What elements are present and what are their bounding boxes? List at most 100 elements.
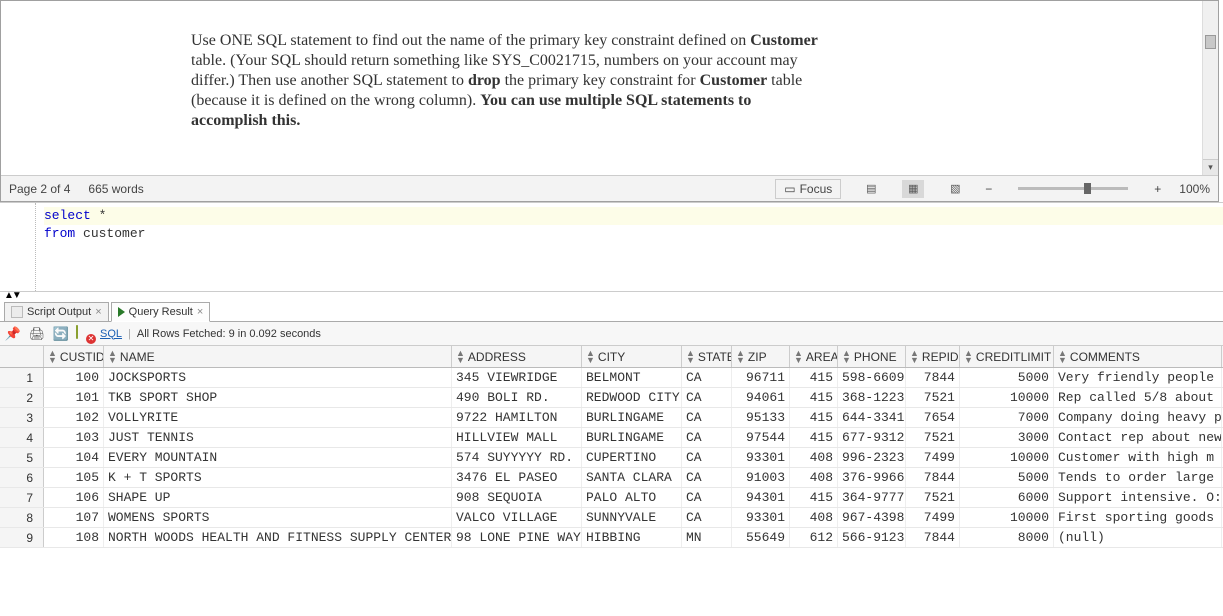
cell-comments[interactable]: Support intensive. O: [1054, 488, 1222, 507]
cell-zip[interactable]: 97544 [732, 428, 790, 447]
zoom-slider-knob[interactable] [1084, 183, 1091, 194]
cell-creditlimit[interactable]: 10000 [960, 388, 1054, 407]
cell-area[interactable]: 415 [790, 408, 838, 427]
cell-name[interactable]: WOMENS SPORTS [104, 508, 452, 527]
refresh-icon[interactable]: 🔄 [52, 325, 70, 343]
cell-custid[interactable]: 108 [44, 528, 104, 547]
cell-repid[interactable]: 7521 [906, 428, 960, 447]
cell-repid[interactable]: 7521 [906, 388, 960, 407]
cell-comments[interactable]: Company doing heavy p [1054, 408, 1222, 427]
table-row[interactable]: 4103JUST TENNISHILLVIEW MALLBURLINGAMECA… [0, 428, 1223, 448]
cell-comments[interactable]: Contact rep about new [1054, 428, 1222, 447]
cell-zip[interactable]: 96711 [732, 368, 790, 387]
cell-zip[interactable]: 93301 [732, 508, 790, 527]
pane-splitter[interactable]: ▲▼ [0, 292, 1223, 300]
zoom-level[interactable]: 100% [1179, 182, 1210, 196]
cell-name[interactable]: K + T SPORTS [104, 468, 452, 487]
sql-editor[interactable]: select * from customer [0, 202, 1223, 292]
cell-custid[interactable]: 103 [44, 428, 104, 447]
cell-state[interactable]: CA [682, 428, 732, 447]
cell-area[interactable]: 415 [790, 488, 838, 507]
column-header-name[interactable]: ▲▼NAME [104, 346, 452, 367]
cell-address[interactable]: 574 SUYYYYY RD. [452, 448, 582, 467]
cell-creditlimit[interactable]: 10000 [960, 508, 1054, 527]
cell-name[interactable]: JOCKSPORTS [104, 368, 452, 387]
print-layout-icon[interactable]: ▦ [902, 180, 924, 198]
cell-city[interactable]: REDWOOD CITY [582, 388, 682, 407]
column-header-comments[interactable]: ▲▼COMMENTS [1054, 346, 1222, 367]
cell-city[interactable]: BURLINGAME [582, 428, 682, 447]
cell-custid[interactable]: 104 [44, 448, 104, 467]
cell-repid[interactable]: 7844 [906, 368, 960, 387]
cell-area[interactable]: 415 [790, 428, 838, 447]
web-layout-icon[interactable]: ▧ [944, 180, 966, 198]
cell-custid[interactable]: 107 [44, 508, 104, 527]
cell-custid[interactable]: 106 [44, 488, 104, 507]
page-indicator[interactable]: Page 2 of 4 [9, 182, 70, 196]
table-row[interactable]: 8107WOMENS SPORTSVALCO VILLAGESUNNYVALEC… [0, 508, 1223, 528]
cell-address[interactable]: 3476 EL PASEO [452, 468, 582, 487]
cell-phone[interactable]: 598-6609 [838, 368, 906, 387]
cell-city[interactable]: BELMONT [582, 368, 682, 387]
cell-city[interactable]: HIBBING [582, 528, 682, 547]
cell-name[interactable]: TKB SPORT SHOP [104, 388, 452, 407]
cell-state[interactable]: CA [682, 368, 732, 387]
cell-phone[interactable]: 967-4398 [838, 508, 906, 527]
cell-creditlimit[interactable]: 7000 [960, 408, 1054, 427]
table-row[interactable]: 6105K + T SPORTS3476 EL PASEOSANTA CLARA… [0, 468, 1223, 488]
cell-name[interactable]: EVERY MOUNTAIN [104, 448, 452, 467]
column-header-repid[interactable]: ▲▼REPID [906, 346, 960, 367]
cell-comments[interactable]: First sporting goods [1054, 508, 1222, 527]
pin-icon[interactable]: 📌 [4, 325, 22, 343]
cell-area[interactable]: 408 [790, 448, 838, 467]
cell-creditlimit[interactable]: 6000 [960, 488, 1054, 507]
cell-creditlimit[interactable]: 5000 [960, 368, 1054, 387]
cell-state[interactable]: MN [682, 528, 732, 547]
cell-zip[interactable]: 94061 [732, 388, 790, 407]
cell-zip[interactable]: 91003 [732, 468, 790, 487]
tab-script-output[interactable]: Script Output × [4, 302, 109, 322]
table-row[interactable]: 2101TKB SPORT SHOP490 BOLI RD.REDWOOD CI… [0, 388, 1223, 408]
tab-script-output-close-icon[interactable]: × [95, 306, 101, 318]
print-icon[interactable]: 🖨 [28, 325, 46, 343]
cell-name[interactable]: JUST TENNIS [104, 428, 452, 447]
cell-repid[interactable]: 7499 [906, 508, 960, 527]
cell-state[interactable]: CA [682, 448, 732, 467]
cell-city[interactable]: SANTA CLARA [582, 468, 682, 487]
cell-comments[interactable]: Tends to order large [1054, 468, 1222, 487]
cell-address[interactable]: 98 LONE PINE WAY [452, 528, 582, 547]
cell-custid[interactable]: 105 [44, 468, 104, 487]
cell-area[interactable]: 408 [790, 508, 838, 527]
cell-phone[interactable]: 376-9966 [838, 468, 906, 487]
word-count[interactable]: 665 words [88, 182, 143, 196]
tab-query-result-close-icon[interactable]: × [197, 306, 203, 318]
column-header-phone[interactable]: ▲▼PHONE [838, 346, 906, 367]
table-row[interactable]: 7106SHAPE UP908 SEQUOIAPALO ALTOCA943014… [0, 488, 1223, 508]
tab-query-result[interactable]: Query Result × [111, 302, 211, 322]
cell-comments[interactable]: Customer with high m [1054, 448, 1222, 467]
cell-state[interactable]: CA [682, 488, 732, 507]
cell-zip[interactable]: 95133 [732, 408, 790, 427]
cell-zip[interactable]: 93301 [732, 448, 790, 467]
cell-zip[interactable]: 55649 [732, 528, 790, 547]
scrollbar-thumb[interactable] [1205, 35, 1216, 49]
sql-link[interactable]: SQL [100, 328, 122, 340]
read-mode-icon[interactable]: ▤ [860, 180, 882, 198]
cell-custid[interactable]: 102 [44, 408, 104, 427]
cell-creditlimit[interactable]: 8000 [960, 528, 1054, 547]
cell-name[interactable]: NORTH WOODS HEALTH AND FITNESS SUPPLY CE… [104, 528, 452, 547]
cell-phone[interactable]: 364-9777 [838, 488, 906, 507]
table-row[interactable]: 9108NORTH WOODS HEALTH AND FITNESS SUPPL… [0, 528, 1223, 548]
cell-state[interactable]: CA [682, 408, 732, 427]
cell-state[interactable]: CA [682, 388, 732, 407]
column-header-area[interactable]: ▲▼AREA [790, 346, 838, 367]
cell-repid[interactable]: 7844 [906, 528, 960, 547]
table-row[interactable]: 5104EVERY MOUNTAIN574 SUYYYYY RD.CUPERTI… [0, 448, 1223, 468]
column-header-zip[interactable]: ▲▼ZIP [732, 346, 790, 367]
cell-address[interactable]: VALCO VILLAGE [452, 508, 582, 527]
cell-custid[interactable]: 101 [44, 388, 104, 407]
column-header-state[interactable]: ▲▼STATE [682, 346, 732, 367]
cell-phone[interactable]: 677-9312 [838, 428, 906, 447]
cell-repid[interactable]: 7844 [906, 468, 960, 487]
cell-phone[interactable]: 996-2323 [838, 448, 906, 467]
